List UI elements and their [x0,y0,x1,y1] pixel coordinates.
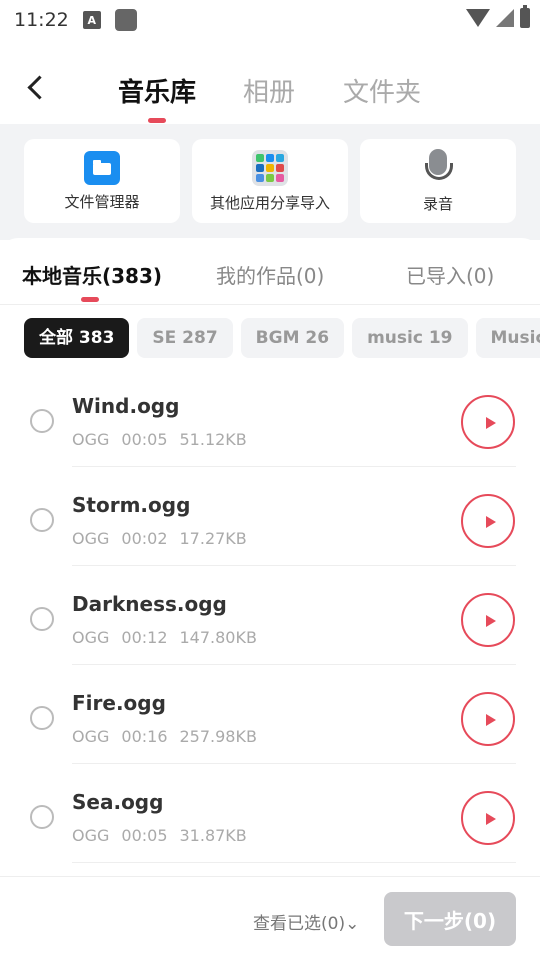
tab-album[interactable]: 相册 [243,72,295,109]
file-name: Wind.ogg [72,394,180,418]
file-meta: OGG 00:12 147.80KB [72,628,269,647]
back-arrow-icon[interactable] [22,72,52,102]
file-size: 51.12KB [179,430,247,449]
filter-chip-se[interactable]: SE 287 [137,318,233,358]
apps-icon [252,149,288,186]
filter-chip-all[interactable]: 全部 383 [24,318,130,358]
file-format: OGG [72,628,110,647]
file-duration: 00:16 [121,727,168,746]
play-button[interactable] [461,593,515,647]
select-radio[interactable] [30,706,54,730]
file-duration: 00:05 [121,826,168,845]
file-duration: 00:02 [121,529,168,548]
file-size: 31.87KB [179,826,247,845]
music-sheet: 本地音乐(383) 我的作品(0) 已导入(0) 全部 383 SE 287 BGM… [0,238,540,960]
play-button[interactable] [461,791,515,845]
view-selected-button[interactable]: 查看已选(0)⌄ [253,909,359,934]
battery-icon [520,5,530,28]
filter-chips: 全部 383SE 287BGM 26music 19Music [24,318,540,358]
tab-music-library[interactable]: 音乐库 [118,72,196,109]
file-size: 257.98KB [179,727,257,746]
file-duration: 00:05 [121,430,168,449]
file-name: Fire.ogg [72,691,166,715]
bottom-bar: 查看已选(0)⌄ 下一步(0) [0,876,540,960]
status-bar: 11:22 A [0,0,540,40]
notification-icon [114,9,137,31]
file-format: OGG [72,529,110,548]
file-name: Storm.ogg [72,493,191,517]
list-item[interactable]: Wind.ogg OGG 00:05 51.12KB [0,368,540,467]
import-label: 录音 [422,194,453,213]
file-meta: OGG 00:05 51.12KB [72,430,259,449]
microphone-icon [423,148,453,187]
list-item[interactable]: Fire.ogg OGG 00:16 257.98KB [0,665,540,764]
divider [0,304,540,305]
file-format: OGG [72,430,110,449]
divider [72,862,516,863]
filter-chip-music-cap[interactable]: Music [475,318,540,358]
signal-icon [496,9,514,27]
list-item[interactable]: Storm.ogg OGG 00:02 17.27KB [0,467,540,566]
file-meta: OGG 00:02 17.27KB [72,529,259,548]
top-header: 音乐库 相册 文件夹 [0,40,540,124]
next-step-button[interactable]: 下一步(0) [384,892,516,946]
status-indicators [466,5,530,28]
select-radio[interactable] [30,607,54,631]
import-record-button[interactable]: 录音 [360,139,516,223]
import-share-button[interactable]: 其他应用分享导入 [192,139,348,223]
file-name: Darkness.ogg [72,592,227,616]
play-button[interactable] [461,494,515,548]
import-label: 其他应用分享导入 [209,193,330,212]
import-label: 文件管理器 [64,192,140,211]
list-item[interactable]: Darkness.ogg OGG 00:12 147.80KB [0,566,540,665]
wifi-icon [466,9,490,27]
subtab-indicator [81,297,99,302]
subtab-my-works[interactable]: 我的作品(0) [216,260,324,289]
file-format: OGG [72,727,110,746]
play-button[interactable] [461,395,515,449]
filter-chip-music[interactable]: music 19 [352,318,468,358]
file-size: 147.80KB [179,628,257,647]
file-meta: OGG 00:05 31.87KB [72,826,259,845]
subtab-local-music[interactable]: 本地音乐(383) [22,260,162,289]
file-meta: OGG 00:16 257.98KB [72,727,269,746]
file-name: Sea.ogg [72,790,164,814]
subtab-imported[interactable]: 已导入(0) [406,260,494,289]
accessibility-icon: A [82,11,101,29]
select-radio[interactable] [30,805,54,829]
tab-indicator [148,118,166,123]
filter-chip-bgm[interactable]: BGM 26 [240,318,345,358]
import-file-manager-button[interactable]: 文件管理器 [24,139,180,223]
select-radio[interactable] [30,409,54,433]
folder-icon [84,150,120,185]
import-sources: 文件管理器 其他应用分享导入 录音 [0,124,540,240]
list-item[interactable]: Sea.ogg OGG 00:05 31.87KB [0,764,540,863]
tab-folder[interactable]: 文件夹 [343,72,421,109]
file-duration: 00:12 [121,628,168,647]
file-list: Wind.ogg OGG 00:05 51.12KB Storm.ogg OGG 00… [0,368,540,863]
select-radio[interactable] [30,508,54,532]
play-button[interactable] [461,692,515,746]
file-format: OGG [72,826,110,845]
file-size: 17.27KB [179,529,247,548]
status-time: 11:22 [14,9,69,31]
